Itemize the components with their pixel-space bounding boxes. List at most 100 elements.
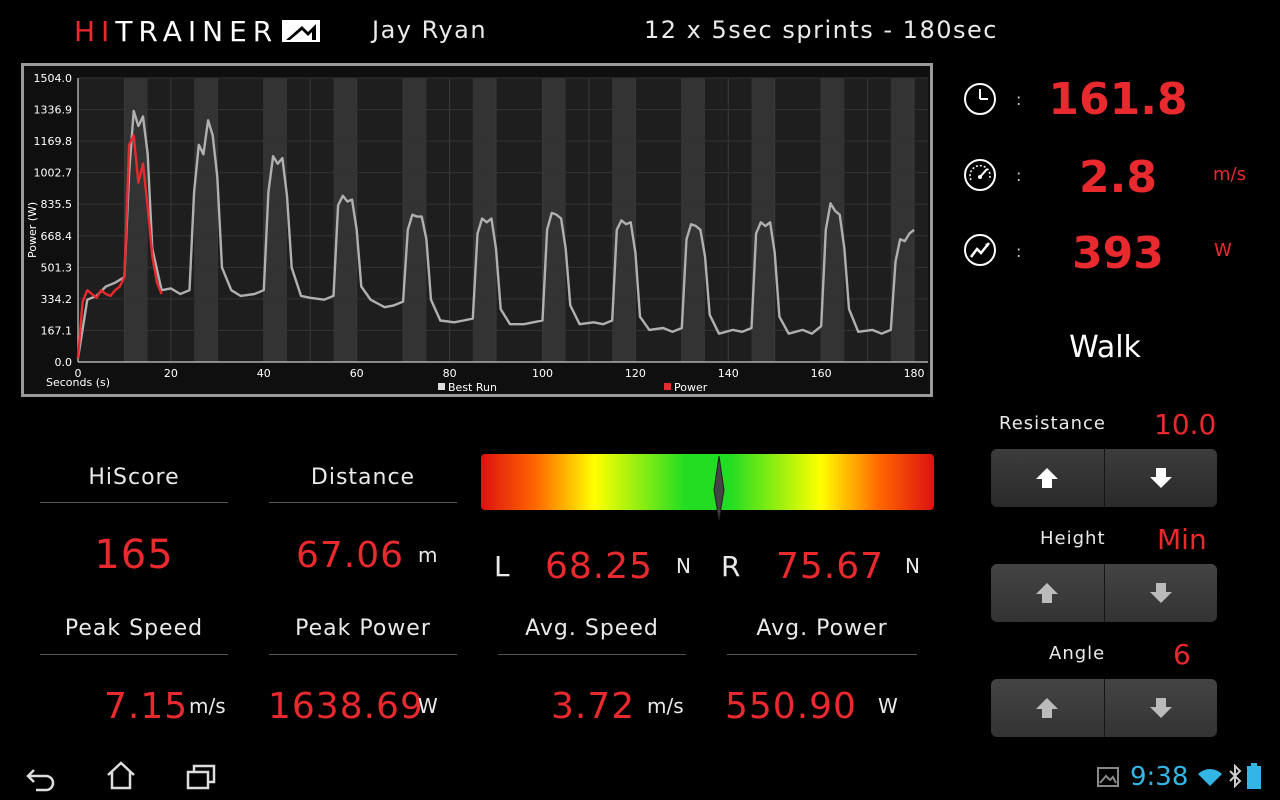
status-clock: 9:38 bbox=[1130, 762, 1189, 792]
avg-speed-value: 3.72 bbox=[551, 686, 636, 727]
sprint-band-9 bbox=[681, 78, 706, 362]
avg-power-unit: W bbox=[878, 694, 898, 718]
power-chart: 0.0 167.1 334.2 501.3 668.4 835.5 1002.7 1169.8… bbox=[24, 66, 930, 394]
avg-power-label: Avg. Power bbox=[756, 616, 888, 641]
peak-speed-label: Peak Speed bbox=[64, 616, 204, 641]
arrow-up-icon bbox=[1036, 468, 1059, 488]
recent-apps-icon[interactable] bbox=[184, 762, 218, 792]
resistance-down-button[interactable] bbox=[1104, 449, 1217, 507]
y-tick-label: 835.5 bbox=[41, 198, 73, 211]
user-name: Jay Ryan bbox=[372, 16, 488, 44]
speed-colon: : bbox=[1016, 166, 1022, 185]
y-tick-label: 1002.7 bbox=[34, 167, 73, 180]
x-tick-label: 40 bbox=[257, 367, 271, 380]
resistance-label: Resistance bbox=[999, 413, 1106, 434]
speed-unit: m/s bbox=[1213, 164, 1246, 185]
arrow-down-icon bbox=[1149, 583, 1172, 603]
peak-speed-value: 7.15 bbox=[104, 686, 189, 727]
angle-controls bbox=[991, 679, 1217, 737]
arrow-up-icon bbox=[1036, 583, 1059, 603]
hiscore-label: HiScore bbox=[88, 465, 180, 490]
y-tick-label: 501.3 bbox=[41, 261, 73, 274]
angle-up-button[interactable] bbox=[991, 679, 1105, 737]
peak-speed-divider bbox=[40, 654, 228, 655]
speedometer-icon bbox=[964, 159, 996, 191]
y-tick-label: 334.2 bbox=[41, 293, 73, 306]
home-icon[interactable] bbox=[104, 760, 138, 790]
y-tick-label: 0.0 bbox=[55, 356, 73, 369]
time-colon: : bbox=[1016, 90, 1022, 109]
y-tick-label: 1169.8 bbox=[34, 135, 73, 148]
x-tick-label: 160 bbox=[811, 367, 832, 380]
sprint-band-2 bbox=[194, 78, 218, 362]
angle-label: Angle bbox=[1049, 643, 1106, 664]
balance-needle-icon bbox=[713, 456, 725, 520]
peak-power-unit: W bbox=[418, 694, 438, 718]
height-down-button[interactable] bbox=[1104, 564, 1217, 622]
legend-swatch-power bbox=[664, 383, 671, 390]
right-force-value: 75.67 bbox=[776, 546, 885, 587]
height-up-button[interactable] bbox=[991, 564, 1105, 622]
height-value: Min bbox=[1157, 523, 1207, 556]
x-tick-label: 80 bbox=[443, 367, 457, 380]
balance-bar bbox=[481, 454, 934, 510]
distance-value: 67.06 bbox=[296, 535, 405, 576]
distance-divider bbox=[269, 502, 457, 503]
avg-power-divider bbox=[727, 654, 917, 655]
mode-label: Walk bbox=[1069, 330, 1141, 365]
x-tick-label: 180 bbox=[904, 367, 925, 380]
avg-speed-label: Avg. Speed bbox=[525, 616, 659, 641]
time-value: 161.8 bbox=[1048, 74, 1188, 125]
peak-power-value: 1638.69 bbox=[268, 686, 424, 727]
y-tick-label: 1504.0 bbox=[34, 72, 73, 85]
hiscore-divider bbox=[40, 502, 228, 503]
y-tick-label: 668.4 bbox=[41, 230, 73, 243]
right-force-label: R bbox=[721, 550, 741, 583]
avg-speed-divider bbox=[498, 654, 686, 655]
left-force-label: L bbox=[494, 550, 510, 583]
speed-value: 2.8 bbox=[1079, 152, 1157, 203]
battery-icon bbox=[1247, 763, 1261, 789]
gallery-notification-icon bbox=[1097, 767, 1119, 787]
wifi-icon bbox=[1198, 769, 1222, 786]
resistance-up-button[interactable] bbox=[991, 449, 1105, 507]
y-tick-label: 167.1 bbox=[41, 324, 73, 337]
angle-down-button[interactable] bbox=[1104, 679, 1217, 737]
peak-speed-unit: m/s bbox=[189, 694, 226, 718]
x-tick-label: 120 bbox=[625, 367, 646, 380]
left-force-value: 68.25 bbox=[545, 546, 654, 587]
power-value: 393 bbox=[1072, 228, 1164, 279]
power-colon: : bbox=[1016, 242, 1022, 261]
x-tick-label: 140 bbox=[718, 367, 739, 380]
power-unit: W bbox=[1214, 240, 1232, 261]
legend-label-best-run: Best Run bbox=[448, 381, 497, 394]
x-axis-label: Seconds (s) bbox=[46, 376, 110, 389]
power-chart-panel: 0.0 167.1 334.2 501.3 668.4 835.5 1002.7 1169.8… bbox=[21, 63, 933, 397]
workout-title: 12 x 5sec sprints - 180sec bbox=[644, 16, 998, 44]
power-gauge-icon bbox=[964, 234, 996, 266]
x-tick-label: 20 bbox=[164, 367, 178, 380]
sprint-band-12 bbox=[890, 78, 915, 362]
peak-power-divider bbox=[269, 654, 457, 655]
x-tick-label: 60 bbox=[350, 367, 364, 380]
height-label: Height bbox=[1040, 528, 1106, 549]
x-tick-label: 100 bbox=[532, 367, 553, 380]
bluetooth-icon bbox=[1229, 764, 1242, 788]
sprint-band-8 bbox=[612, 78, 636, 362]
brand-hi-text: HI bbox=[74, 14, 116, 48]
brand-trainer-text: TRAINER bbox=[115, 14, 279, 48]
avg-power-value: 550.90 bbox=[725, 686, 857, 727]
clock-icon bbox=[964, 83, 996, 115]
angle-value: 6 bbox=[1173, 638, 1191, 671]
sprint-band-10 bbox=[751, 78, 775, 362]
arrow-up-icon bbox=[1036, 698, 1059, 718]
resistance-controls bbox=[991, 449, 1217, 507]
peak-power-label: Peak Power bbox=[295, 616, 431, 641]
legend-swatch-best-run bbox=[438, 383, 445, 390]
height-controls bbox=[991, 564, 1217, 622]
y-axis-label: Power (W) bbox=[26, 202, 39, 258]
brand-mark-icon bbox=[282, 20, 321, 42]
distance-label: Distance bbox=[310, 465, 416, 490]
legend-label-power: Power bbox=[674, 381, 708, 394]
back-icon[interactable] bbox=[24, 762, 58, 792]
